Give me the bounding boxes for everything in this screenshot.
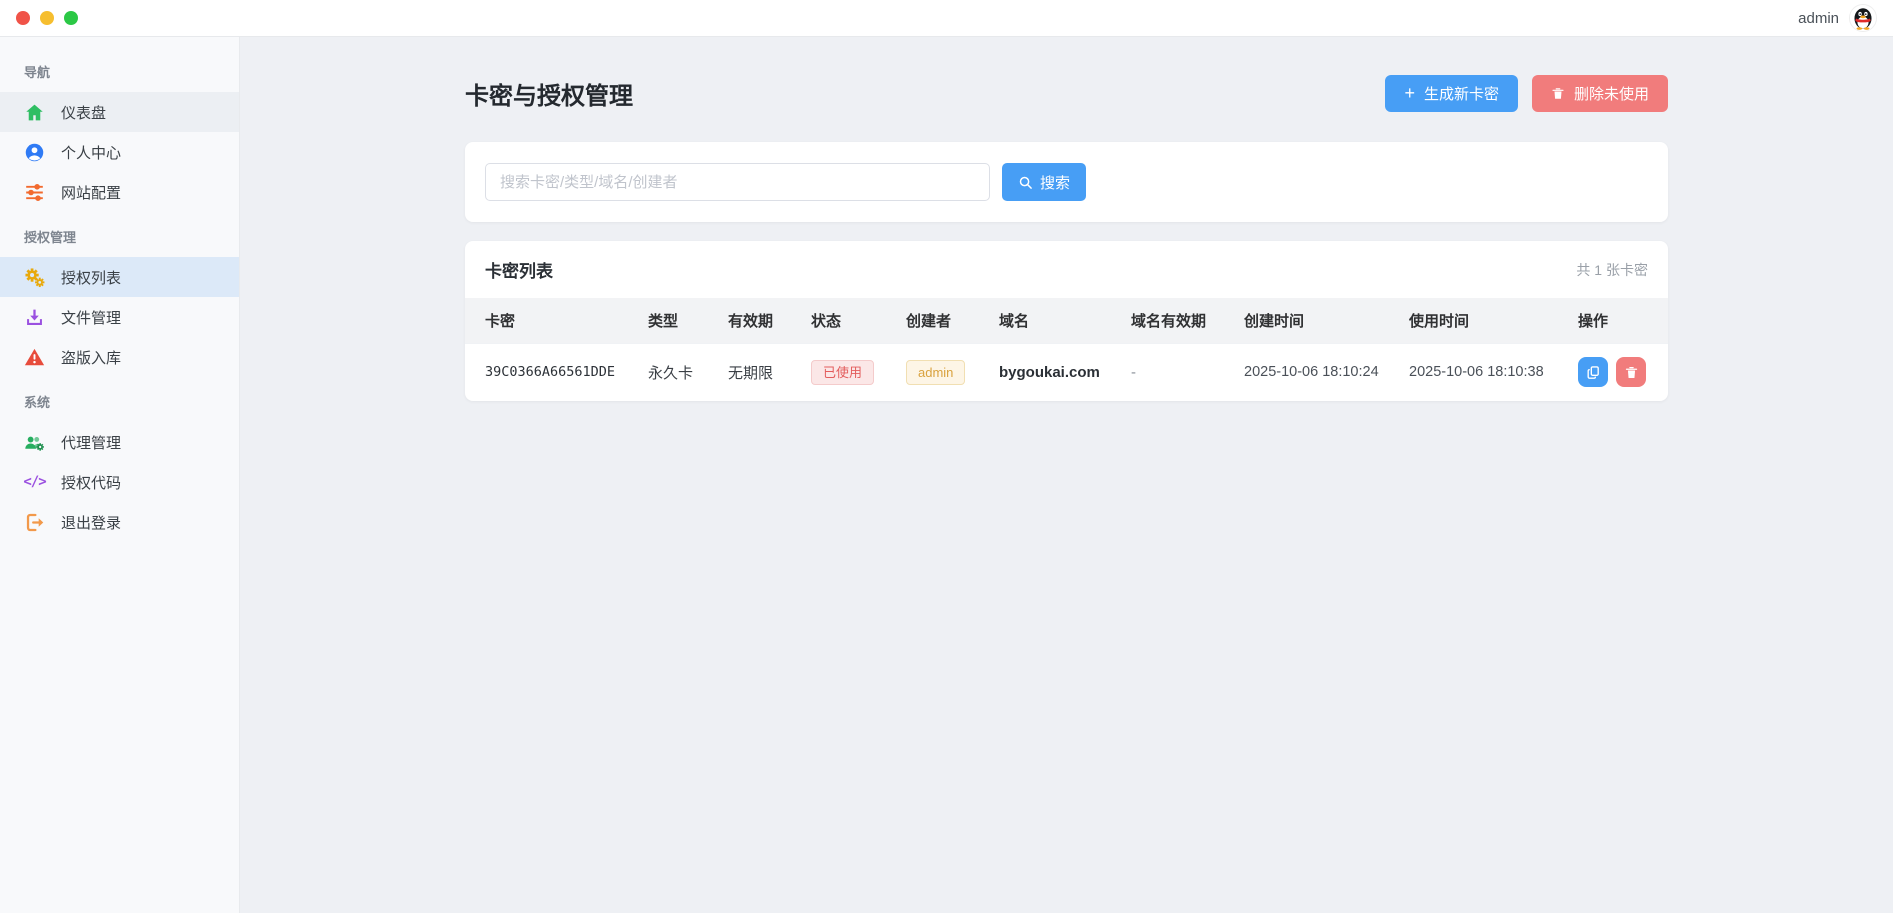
sliders-icon bbox=[24, 182, 45, 203]
user-menu[interactable]: admin bbox=[1798, 4, 1877, 32]
delete-unused-label: 删除未使用 bbox=[1574, 83, 1649, 104]
cell-type: 永久卡 bbox=[640, 343, 720, 401]
sidebar-item-label: 文件管理 bbox=[61, 307, 121, 328]
sidebar-item-file-management[interactable]: 文件管理 bbox=[0, 297, 239, 337]
cell-created-at: 2025-10-06 18:10:24 bbox=[1236, 343, 1401, 401]
main-content: 卡密与授权管理 + 生成新卡密 删除未使用 bbox=[240, 37, 1893, 913]
sidebar-item-label: 代理管理 bbox=[61, 432, 121, 453]
card-list-panel: 卡密列表 共 1 张卡密 卡密 类型 有效期 状态 bbox=[465, 241, 1668, 401]
users-gear-icon bbox=[24, 432, 45, 453]
delete-card-button[interactable] bbox=[1616, 357, 1646, 387]
card-table: 卡密 类型 有效期 状态 创建者 域名 域名有效期 创建时间 使用时间 操作 bbox=[465, 298, 1668, 401]
warning-icon bbox=[24, 347, 45, 368]
sidebar-item-profile[interactable]: 个人中心 bbox=[0, 132, 239, 172]
cell-actions bbox=[1570, 343, 1668, 401]
qq-penguin-avatar[interactable] bbox=[1849, 4, 1877, 32]
cell-validity: 无期限 bbox=[720, 343, 803, 401]
sidebar-section-nav: 导航 bbox=[0, 47, 239, 92]
sidebar-item-piracy-db[interactable]: 盗版入库 bbox=[0, 337, 239, 377]
sidebar-item-dashboard[interactable]: 仪表盘 bbox=[0, 92, 239, 132]
trash-icon bbox=[1624, 365, 1639, 380]
table-header-row: 卡密 类型 有效期 状态 创建者 域名 域名有效期 创建时间 使用时间 操作 bbox=[465, 298, 1668, 343]
username-label: admin bbox=[1798, 10, 1839, 27]
close-window-button[interactable] bbox=[16, 11, 30, 25]
sidebar-item-agent-management[interactable]: 代理管理 bbox=[0, 422, 239, 462]
zoom-window-button[interactable] bbox=[64, 11, 78, 25]
col-status: 状态 bbox=[803, 298, 898, 343]
copy-card-button[interactable] bbox=[1578, 357, 1608, 387]
window-titlebar: admin bbox=[0, 0, 1893, 37]
col-validity: 有效期 bbox=[720, 298, 803, 343]
sidebar-section-system: 系统 bbox=[0, 377, 239, 422]
sidebar-item-label: 网站配置 bbox=[61, 182, 121, 203]
window-controls bbox=[16, 11, 78, 25]
penguin-graphic bbox=[1850, 5, 1876, 31]
search-button-label: 搜索 bbox=[1040, 172, 1070, 193]
search-button[interactable]: 搜索 bbox=[1002, 163, 1086, 201]
header-actions: + 生成新卡密 删除未使用 bbox=[1385, 75, 1668, 112]
trash-icon bbox=[1551, 86, 1565, 101]
col-actions: 操作 bbox=[1570, 298, 1668, 343]
sidebar: 导航 仪表盘 个人中心 bbox=[0, 37, 240, 913]
sidebar-item-auth-list[interactable]: 授权列表 bbox=[0, 257, 239, 297]
cell-status: 已使用 bbox=[803, 343, 898, 401]
creator-badge: admin bbox=[906, 360, 965, 385]
sidebar-item-label: 个人中心 bbox=[61, 142, 121, 163]
sidebar-item-label: 盗版入库 bbox=[61, 347, 121, 368]
page-header: 卡密与授权管理 + 生成新卡密 删除未使用 bbox=[465, 73, 1668, 113]
col-domain: 域名 bbox=[991, 298, 1123, 343]
sidebar-item-auth-code[interactable]: </> 授权代码 bbox=[0, 462, 239, 502]
search-input[interactable] bbox=[485, 163, 990, 201]
cell-used-at: 2025-10-06 18:10:38 bbox=[1401, 343, 1570, 401]
download-icon bbox=[24, 307, 45, 328]
cell-domain-validity: - bbox=[1123, 343, 1236, 401]
status-badge: 已使用 bbox=[811, 360, 874, 385]
logout-icon bbox=[24, 512, 45, 533]
sidebar-item-logout[interactable]: 退出登录 bbox=[0, 502, 239, 542]
col-created-at: 创建时间 bbox=[1236, 298, 1401, 343]
user-icon bbox=[24, 142, 45, 163]
plus-icon: + bbox=[1404, 84, 1415, 102]
sidebar-item-site-config[interactable]: 网站配置 bbox=[0, 172, 239, 212]
col-domain-validity: 域名有效期 bbox=[1123, 298, 1236, 343]
sidebar-item-label: 授权代码 bbox=[61, 472, 121, 493]
card-count-label: 共 1 张卡密 bbox=[1576, 260, 1648, 280]
gears-icon bbox=[24, 267, 45, 288]
page-title: 卡密与授权管理 bbox=[465, 76, 633, 111]
sidebar-item-label: 授权列表 bbox=[61, 267, 121, 288]
cell-domain: bygoukai.com bbox=[991, 343, 1123, 401]
card-list-title: 卡密列表 bbox=[485, 257, 553, 282]
cell-creator: admin bbox=[898, 343, 991, 401]
card-list-header: 卡密列表 共 1 张卡密 bbox=[465, 241, 1668, 298]
home-icon bbox=[24, 102, 45, 123]
delete-unused-button[interactable]: 删除未使用 bbox=[1532, 75, 1668, 112]
cell-card-key: 39C0366A66561DDE bbox=[465, 343, 640, 401]
copy-icon bbox=[1586, 365, 1601, 380]
generate-card-button[interactable]: + 生成新卡密 bbox=[1385, 75, 1518, 112]
search-panel: 搜索 bbox=[465, 142, 1668, 222]
sidebar-item-label: 退出登录 bbox=[61, 512, 121, 533]
col-used-at: 使用时间 bbox=[1401, 298, 1570, 343]
col-creator: 创建者 bbox=[898, 298, 991, 343]
code-icon: </> bbox=[24, 472, 45, 493]
col-type: 类型 bbox=[640, 298, 720, 343]
minimize-window-button[interactable] bbox=[40, 11, 54, 25]
search-icon bbox=[1018, 175, 1033, 190]
generate-card-label: 生成新卡密 bbox=[1424, 83, 1499, 104]
sidebar-section-auth: 授权管理 bbox=[0, 212, 239, 257]
table-row: 39C0366A66561DDE 永久卡 无期限 已使用 admin bygou… bbox=[465, 343, 1668, 401]
sidebar-item-label: 仪表盘 bbox=[61, 102, 106, 123]
col-card-key: 卡密 bbox=[465, 298, 640, 343]
